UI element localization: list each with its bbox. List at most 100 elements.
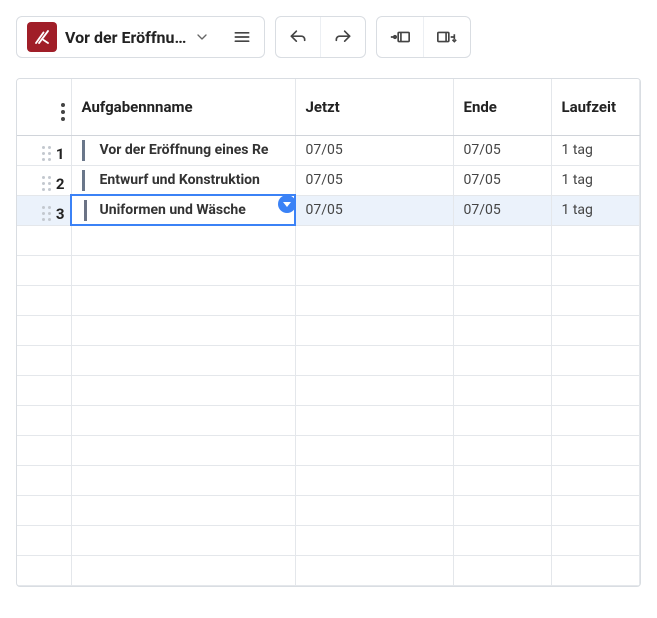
dropdown-indicator-icon[interactable] bbox=[278, 195, 296, 213]
empty-row[interactable] bbox=[17, 285, 640, 315]
empty-cell[interactable] bbox=[17, 465, 71, 495]
empty-cell[interactable] bbox=[17, 375, 71, 405]
jetzt-cell[interactable]: 07/05 bbox=[295, 165, 453, 195]
empty-cell[interactable] bbox=[71, 285, 295, 315]
empty-row[interactable] bbox=[17, 345, 640, 375]
empty-cell[interactable] bbox=[551, 225, 640, 255]
empty-cell[interactable] bbox=[295, 495, 453, 525]
empty-cell[interactable] bbox=[453, 405, 551, 435]
empty-row[interactable] bbox=[17, 375, 640, 405]
empty-row[interactable] bbox=[17, 315, 640, 345]
empty-cell[interactable] bbox=[295, 465, 453, 495]
col-name[interactable]: Aufgabennname bbox=[71, 79, 295, 135]
col-ende[interactable]: Ende bbox=[453, 79, 551, 135]
empty-row[interactable] bbox=[17, 495, 640, 525]
laufzeit-cell[interactable]: 1 tag bbox=[551, 195, 640, 225]
row-handle[interactable]: 3 bbox=[17, 195, 71, 225]
empty-cell[interactable] bbox=[295, 435, 453, 465]
empty-cell[interactable] bbox=[17, 405, 71, 435]
empty-cell[interactable] bbox=[71, 405, 295, 435]
header-menu[interactable] bbox=[17, 79, 71, 135]
empty-cell[interactable] bbox=[551, 285, 640, 315]
empty-cell[interactable] bbox=[453, 345, 551, 375]
empty-cell[interactable] bbox=[17, 285, 71, 315]
empty-cell[interactable] bbox=[71, 255, 295, 285]
empty-row[interactable] bbox=[17, 255, 640, 285]
empty-cell[interactable] bbox=[17, 435, 71, 465]
empty-cell[interactable] bbox=[295, 375, 453, 405]
empty-cell[interactable] bbox=[453, 285, 551, 315]
empty-cell[interactable] bbox=[17, 555, 71, 585]
empty-cell[interactable] bbox=[17, 525, 71, 555]
empty-cell[interactable] bbox=[295, 315, 453, 345]
empty-cell[interactable] bbox=[71, 315, 295, 345]
ende-cell[interactable]: 07/05 bbox=[453, 135, 551, 165]
table-row[interactable]: 2Entwurf und Konstruktion07/0507/051 tag bbox=[17, 165, 640, 195]
jetzt-cell[interactable]: 07/05 bbox=[295, 195, 453, 225]
empty-cell[interactable] bbox=[17, 225, 71, 255]
empty-cell[interactable] bbox=[551, 345, 640, 375]
empty-cell[interactable] bbox=[453, 465, 551, 495]
empty-cell[interactable] bbox=[71, 555, 295, 585]
empty-cell[interactable] bbox=[295, 255, 453, 285]
empty-cell[interactable] bbox=[453, 435, 551, 465]
empty-cell[interactable] bbox=[71, 435, 295, 465]
empty-cell[interactable] bbox=[17, 345, 71, 375]
empty-cell[interactable] bbox=[551, 495, 640, 525]
table-row[interactable]: 3Uniformen und Wäsche07/0507/051 tag bbox=[17, 195, 640, 225]
col-jetzt[interactable]: Jetzt bbox=[295, 79, 453, 135]
insert-left-button[interactable] bbox=[377, 17, 423, 57]
redo-button[interactable] bbox=[320, 17, 365, 57]
empty-cell[interactable] bbox=[295, 345, 453, 375]
empty-cell[interactable] bbox=[295, 555, 453, 585]
empty-cell[interactable] bbox=[551, 375, 640, 405]
empty-cell[interactable] bbox=[453, 375, 551, 405]
project-switcher[interactable]: Vor der Eröffnu… bbox=[17, 17, 220, 57]
empty-cell[interactable] bbox=[551, 405, 640, 435]
row-handle[interactable]: 1 bbox=[17, 135, 71, 165]
ende-cell[interactable]: 07/05 bbox=[453, 165, 551, 195]
jetzt-cell[interactable]: 07/05 bbox=[295, 135, 453, 165]
table-row[interactable]: 1Vor der Eröffnung eines Re07/0507/051 t… bbox=[17, 135, 640, 165]
empty-cell[interactable] bbox=[17, 255, 71, 285]
row-handle[interactable]: 2 bbox=[17, 165, 71, 195]
empty-cell[interactable] bbox=[295, 285, 453, 315]
col-laufzeit[interactable]: Laufzeit bbox=[551, 79, 640, 135]
insert-right-button[interactable] bbox=[423, 17, 470, 57]
empty-cell[interactable] bbox=[71, 525, 295, 555]
empty-cell[interactable] bbox=[71, 465, 295, 495]
empty-cell[interactable] bbox=[295, 405, 453, 435]
empty-cell[interactable] bbox=[71, 495, 295, 525]
empty-row[interactable] bbox=[17, 525, 640, 555]
empty-cell[interactable] bbox=[551, 555, 640, 585]
empty-cell[interactable] bbox=[453, 555, 551, 585]
empty-row[interactable] bbox=[17, 465, 640, 495]
empty-cell[interactable] bbox=[453, 525, 551, 555]
empty-cell[interactable] bbox=[71, 345, 295, 375]
menu-button[interactable] bbox=[220, 17, 264, 57]
task-name-cell[interactable]: Vor der Eröffnung eines Re bbox=[71, 135, 295, 165]
empty-row[interactable] bbox=[17, 225, 640, 255]
empty-row[interactable] bbox=[17, 555, 640, 585]
ende-cell[interactable]: 07/05 bbox=[453, 195, 551, 225]
empty-cell[interactable] bbox=[453, 225, 551, 255]
empty-cell[interactable] bbox=[295, 525, 453, 555]
empty-row[interactable] bbox=[17, 405, 640, 435]
empty-cell[interactable] bbox=[453, 495, 551, 525]
task-name-cell[interactable]: Entwurf und Konstruktion bbox=[71, 165, 295, 195]
empty-cell[interactable] bbox=[71, 225, 295, 255]
empty-cell[interactable] bbox=[551, 525, 640, 555]
task-name-cell[interactable]: Uniformen und Wäsche bbox=[71, 195, 295, 225]
empty-cell[interactable] bbox=[453, 315, 551, 345]
laufzeit-cell[interactable]: 1 tag bbox=[551, 165, 640, 195]
empty-cell[interactable] bbox=[551, 465, 640, 495]
empty-cell[interactable] bbox=[295, 225, 453, 255]
empty-cell[interactable] bbox=[453, 255, 551, 285]
empty-cell[interactable] bbox=[551, 315, 640, 345]
undo-button[interactable] bbox=[276, 17, 320, 57]
empty-cell[interactable] bbox=[17, 315, 71, 345]
empty-row[interactable] bbox=[17, 435, 640, 465]
empty-cell[interactable] bbox=[71, 375, 295, 405]
empty-cell[interactable] bbox=[551, 255, 640, 285]
laufzeit-cell[interactable]: 1 tag bbox=[551, 135, 640, 165]
